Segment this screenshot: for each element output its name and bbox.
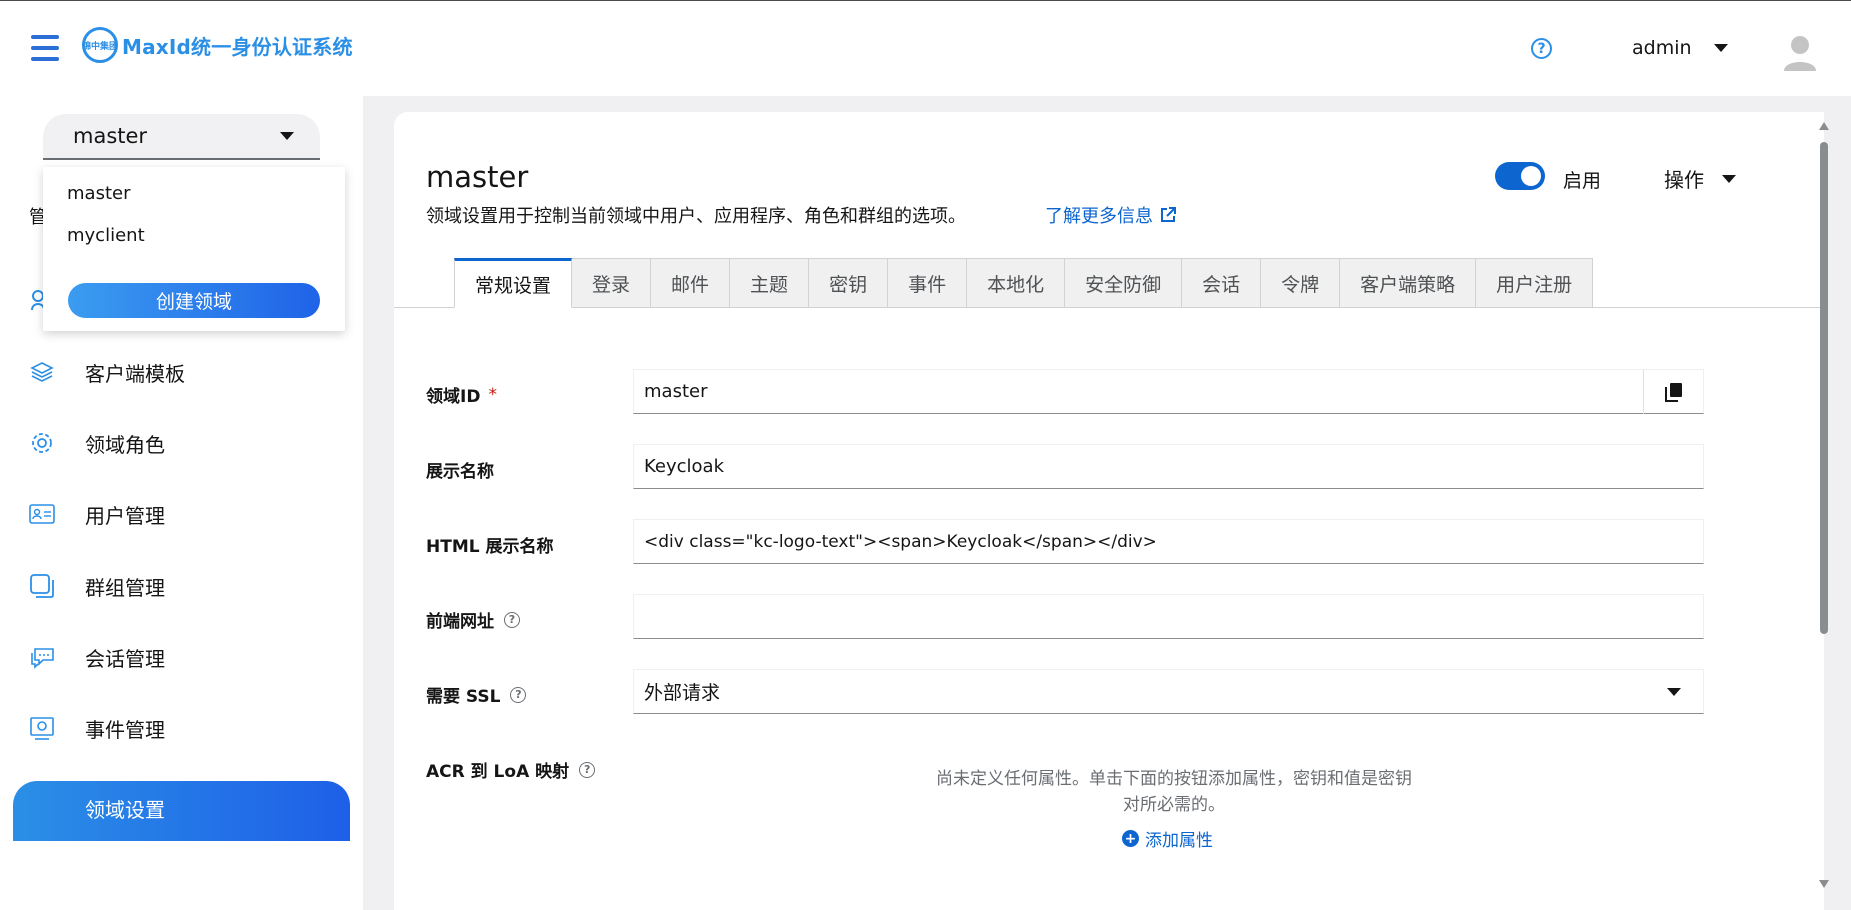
tab-localization[interactable]: 本地化 [967, 258, 1066, 308]
create-realm-button[interactable]: 创建领域 [68, 283, 320, 318]
page-title: master [426, 160, 529, 194]
tab-user-registration[interactable]: 用户注册 [1476, 258, 1594, 308]
tab-general[interactable]: 常规设置 [454, 258, 573, 308]
id-card-icon [29, 501, 55, 527]
acr-loa-label: ACR 到 LoA 映射 ? [426, 757, 596, 782]
copy-button[interactable] [1643, 370, 1703, 414]
sidebar-item-realm-settings[interactable] [13, 781, 350, 841]
realm-id-label: 领域ID * [426, 382, 497, 408]
required-marker: * [488, 384, 497, 405]
main-scrollbar[interactable] [1817, 122, 1831, 888]
help-question-icon[interactable]: ? [579, 761, 596, 778]
display-name-label: 展示名称 [426, 462, 494, 482]
sidebar-item-label: 群组管理 [85, 575, 165, 600]
hamburger-menu-icon[interactable] [31, 35, 59, 61]
require-ssl-label-text: 需要 SSL [426, 687, 501, 707]
caret-down-icon [1667, 687, 1681, 696]
acr-empty-state-text: 尚未定义任何属性。单击下面的按钮添加属性，密钥和值是密钥对所必需的。 [936, 769, 1412, 815]
tab-client-policies[interactable]: 客户端策略 [1340, 258, 1477, 308]
help-question-icon[interactable]: ? [510, 686, 527, 703]
action-dropdown-label: 操作 [1664, 168, 1704, 192]
scroll-up-arrow-icon[interactable] [1819, 122, 1829, 130]
display-name-input[interactable]: Keycloak [633, 444, 1704, 489]
tab-events[interactable]: 事件 [888, 258, 968, 308]
username: admin [1632, 37, 1692, 59]
sidebar-item-label: 会话管理 [85, 646, 165, 671]
sidebar-item-label: 用户管理 [85, 503, 165, 528]
add-attribute-button[interactable]: + 添加属性 [1122, 826, 1213, 851]
realm-option-master[interactable]: master [67, 183, 130, 204]
realm-select-value: master [73, 124, 148, 148]
enabled-toggle[interactable] [1495, 162, 1545, 190]
require-ssl-label: 需要 SSL ? [426, 682, 527, 707]
logo-mark-icon: 锦中集团 [82, 27, 118, 63]
realm-settings-card: master 领域设置用于控制当前领域中用户、应用程序、角色和群组的选项。 了解… [394, 112, 1824, 910]
tab-email[interactable]: 邮件 [651, 258, 731, 308]
sidebar-item-label: 事件管理 [85, 717, 165, 742]
realm-dropdown-menu: master myclient 创建领域 [43, 167, 345, 331]
group-icon [29, 573, 55, 599]
sidebar-item-realm-roles[interactable]: 领域角色 [29, 423, 165, 463]
action-dropdown[interactable]: 操作 [1664, 164, 1736, 193]
app-title: MaxId统一身份认证系统 [122, 34, 353, 59]
external-link-icon [1161, 207, 1176, 222]
realm-option-myclient[interactable]: myclient [67, 225, 145, 246]
html-display-name-label: HTML 展示名称 [426, 537, 554, 557]
tab-login[interactable]: 登录 [572, 258, 652, 308]
html-display-name-value: <div class="kc-logo-text"><span>Keycloak… [644, 531, 1157, 552]
sidebar-item-label: 领域角色 [85, 432, 165, 457]
user-menu[interactable]: admin [1632, 37, 1728, 59]
sidebar-item-sessions[interactable]: 会话管理 [29, 637, 165, 677]
copy-icon [1664, 383, 1682, 402]
enabled-toggle-label: 启用 [1563, 170, 1602, 192]
caret-down-icon [1722, 174, 1736, 183]
toggle-knob [1521, 166, 1541, 186]
frontend-url-label-text: 前端网址 [426, 612, 494, 632]
page-description: 领域设置用于控制当前领域中用户、应用程序、角色和群组的选项。 [426, 206, 966, 227]
realm-id-value: master [644, 381, 708, 402]
realm-select[interactable]: master [43, 114, 320, 160]
add-attribute-label: 添加属性 [1145, 831, 1213, 851]
sidebar-item-realm-settings-label: 领域设置 [85, 798, 165, 822]
realm-id-label-text: 领域ID [426, 387, 481, 407]
tab-themes[interactable]: 主题 [730, 258, 810, 308]
help-icon[interactable]: ? [1531, 38, 1552, 59]
event-icon [29, 715, 55, 741]
html-display-name-input[interactable]: <div class="kc-logo-text"><span>Keycloak… [633, 519, 1704, 564]
top-header: 锦中集团 MaxId统一身份认证系统 ? admin [0, 0, 1851, 96]
help-question-icon[interactable]: ? [504, 611, 520, 628]
gear-icon [29, 430, 55, 456]
acr-loa-label-text: ACR 到 LoA 映射 [426, 762, 570, 782]
plus-circle-icon: + [1122, 830, 1139, 847]
learn-more-label: 了解更多信息 [1045, 206, 1153, 227]
tab-security-defenses[interactable]: 安全防御 [1065, 258, 1183, 308]
require-ssl-select[interactable]: 外部请求 [633, 669, 1704, 714]
app-logo[interactable]: 锦中集团 MaxId统一身份认证系统 [82, 27, 353, 63]
require-ssl-value: 外部请求 [644, 682, 721, 704]
avatar-icon[interactable] [1782, 33, 1818, 71]
tab-keys[interactable]: 密钥 [809, 258, 889, 308]
scroll-thumb[interactable] [1820, 142, 1828, 634]
scroll-down-arrow-icon[interactable] [1819, 880, 1829, 888]
sidebar-item-client-templates[interactable]: 客户端模板 [29, 352, 185, 392]
sidebar-item-users[interactable]: 用户管理 [29, 494, 165, 534]
layers-icon [29, 359, 55, 385]
sidebar-item-label: 客户端模板 [85, 361, 185, 386]
tab-tokens[interactable]: 令牌 [1261, 258, 1341, 308]
learn-more-link[interactable]: 了解更多信息 [1045, 202, 1177, 228]
chat-icon [29, 644, 55, 670]
caret-down-icon [280, 132, 294, 140]
frontend-url-label: 前端网址 ? [426, 607, 520, 632]
tab-sessions[interactable]: 会话 [1182, 258, 1262, 308]
caret-down-icon [1713, 44, 1728, 52]
logo-mark-text: 锦中集团 [82, 41, 119, 52]
settings-tabs: 常规设置 登录 邮件 主题 密钥 事件 本地化 安全防御 会话 令牌 客户端策略… [454, 258, 1594, 308]
frontend-url-input[interactable] [633, 594, 1704, 639]
sidebar-item-groups[interactable]: 群组管理 [29, 566, 165, 606]
sidebar-item-events[interactable]: 事件管理 [29, 708, 165, 748]
realm-id-input[interactable]: master [633, 369, 1704, 414]
display-name-value: Keycloak [644, 456, 724, 477]
